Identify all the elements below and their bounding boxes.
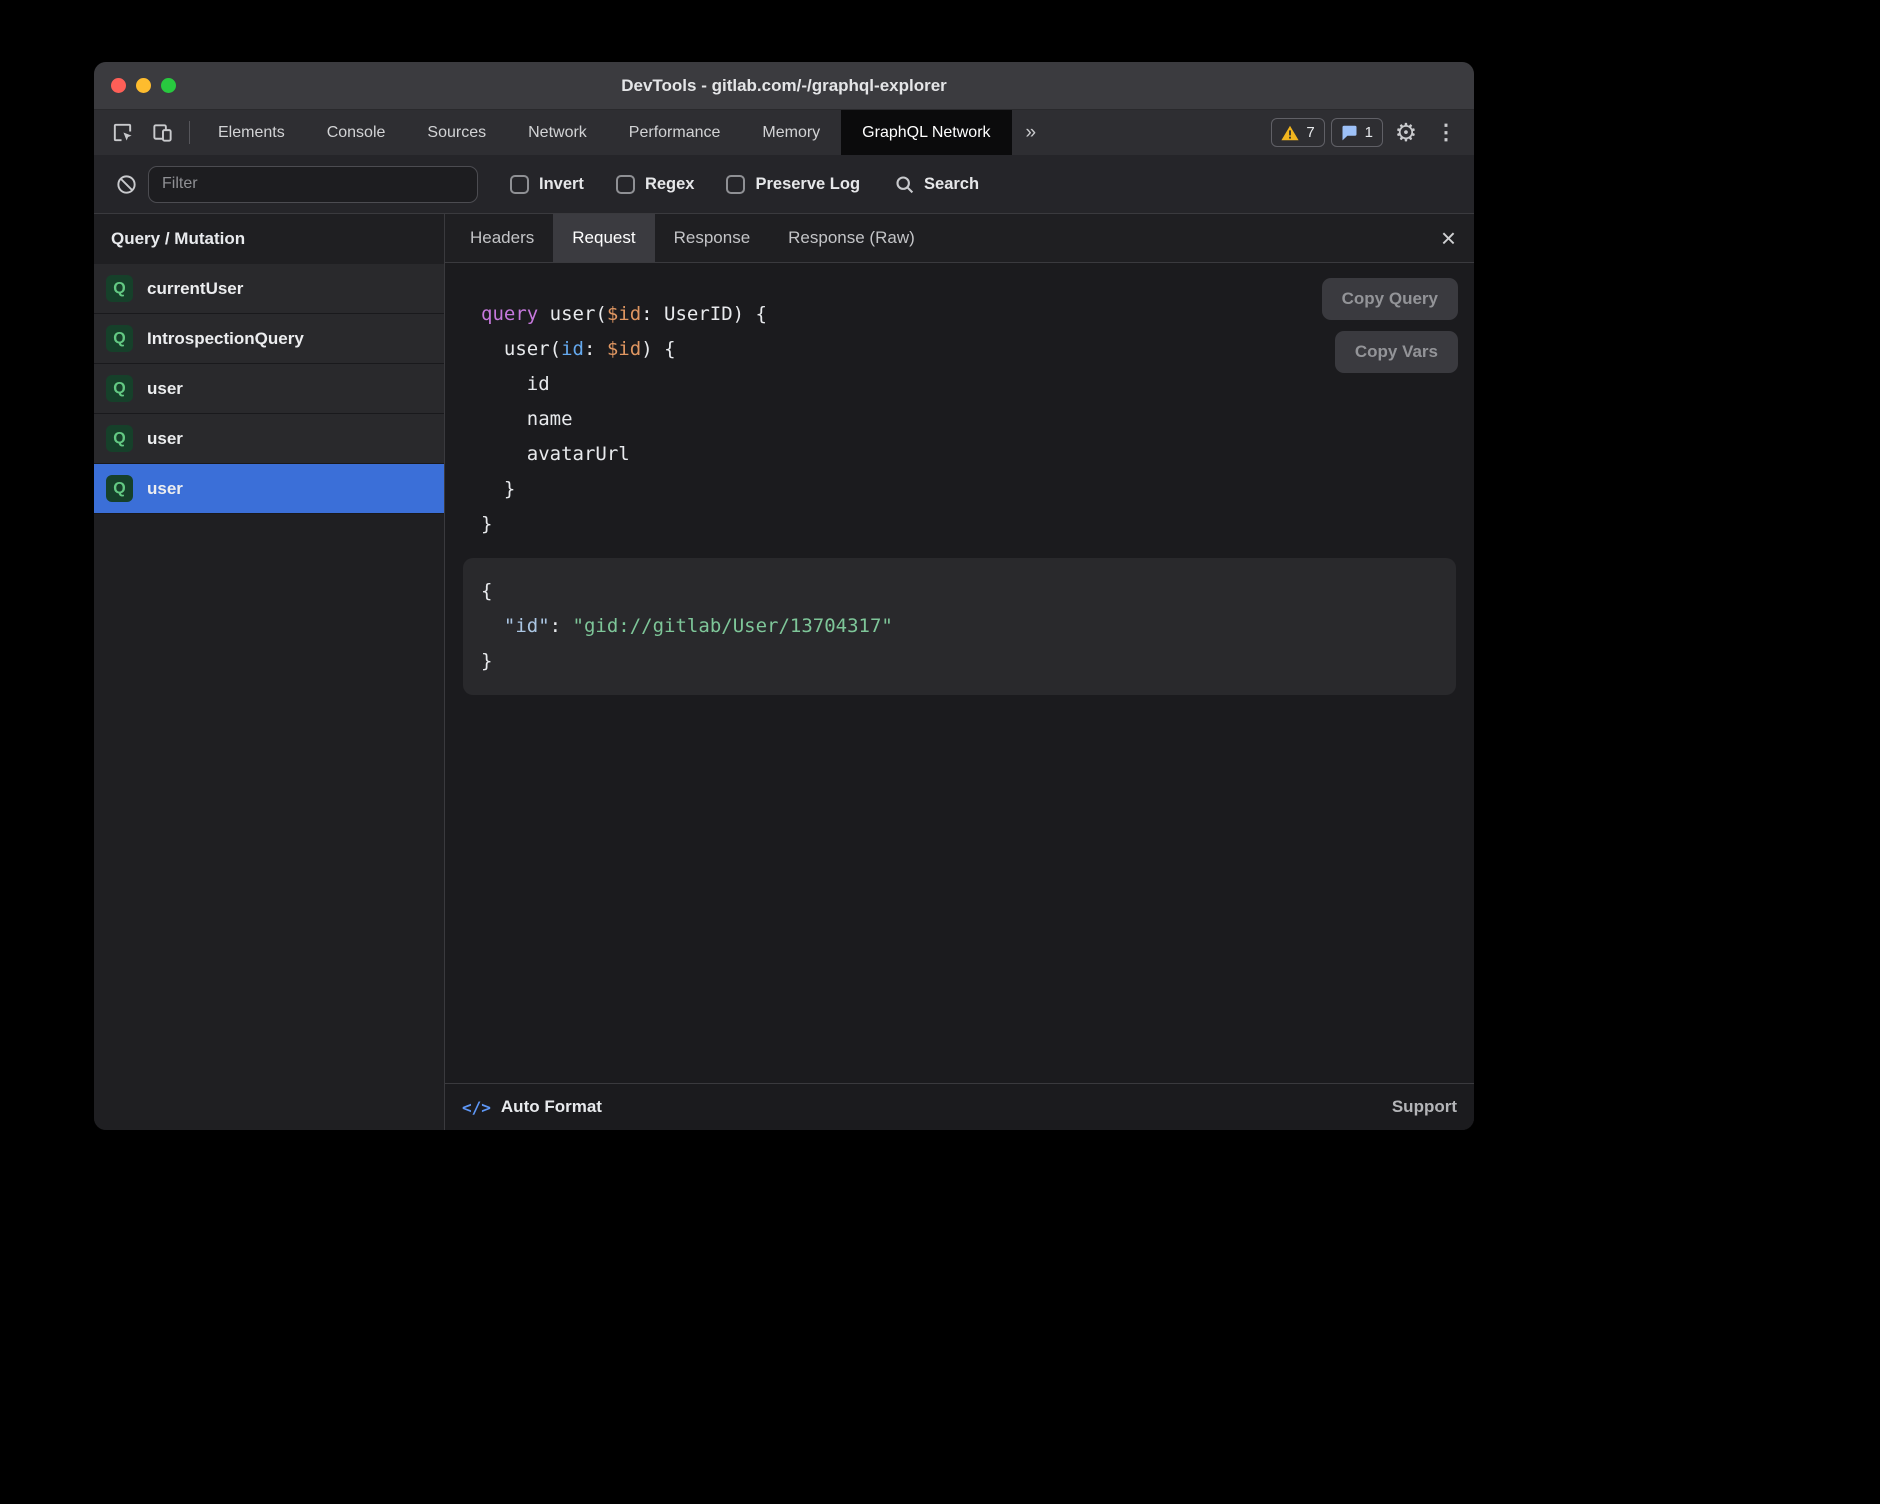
main-split: Query / Mutation Q currentUser Q Introsp… (94, 214, 1474, 1130)
code-brackets-icon: </> (462, 1098, 491, 1117)
detail-tab-bar: Headers Request Response Response (Raw) … (445, 214, 1474, 263)
search-button[interactable]: Search (894, 174, 979, 195)
invert-checkbox[interactable]: Invert (510, 175, 584, 194)
invert-checkbox-box[interactable] (510, 175, 529, 194)
preserve-log-checkbox-box[interactable] (726, 175, 745, 194)
copy-query-button[interactable]: Copy Query (1322, 278, 1458, 320)
traffic-lights (94, 78, 176, 93)
separator (189, 121, 190, 144)
detail-footer: </> Auto Format Support (445, 1083, 1474, 1130)
query-variables-box: { "id": "gid://gitlab/User/13704317"} (463, 558, 1456, 695)
auto-format-button[interactable]: </> Auto Format (462, 1097, 602, 1117)
window-title: DevTools - gitlab.com/-/graphql-explorer (94, 76, 1474, 96)
regex-checkbox-box[interactable] (616, 175, 635, 194)
title-bar: DevTools - gitlab.com/-/graphql-explorer (94, 62, 1474, 110)
graphql-query-code: query user($id: UserID) { user(id: $id) … (463, 297, 1456, 542)
support-link[interactable]: Support (1392, 1097, 1457, 1117)
tab-request[interactable]: Request (553, 214, 654, 262)
sidebar-header: Query / Mutation (94, 214, 444, 264)
filter-input[interactable] (148, 166, 478, 203)
query-list-item-label: currentUser (147, 279, 243, 299)
issue-count: 1 (1365, 124, 1373, 141)
warning-triangle-icon (1281, 125, 1299, 141)
minimize-window-button[interactable] (136, 78, 151, 93)
tabstrip-spacer (1050, 110, 1268, 155)
devtools-window: DevTools - gitlab.com/-/graphql-explorer… (94, 62, 1474, 1130)
preserve-log-checkbox[interactable]: Preserve Log (726, 175, 860, 194)
tab-performance[interactable]: Performance (608, 110, 742, 155)
search-icon (894, 174, 915, 195)
tab-memory[interactable]: Memory (741, 110, 841, 155)
tab-sources[interactable]: Sources (406, 110, 507, 155)
tab-response[interactable]: Response (655, 214, 770, 262)
regex-checkbox-label: Regex (645, 175, 695, 194)
query-list-item-introspectionquery[interactable]: Q IntrospectionQuery (94, 314, 444, 364)
tab-network[interactable]: Network (507, 110, 608, 155)
tab-headers[interactable]: Headers (451, 214, 553, 262)
device-toolbar-icon[interactable] (142, 110, 182, 155)
request-content: Copy Query Copy Vars query user($id: Use… (445, 263, 1474, 1083)
tab-console[interactable]: Console (306, 110, 407, 155)
auto-format-label: Auto Format (501, 1097, 602, 1117)
clear-block-icon[interactable] (106, 173, 146, 196)
query-type-badge: Q (106, 325, 133, 352)
warnings-badge[interactable]: 7 (1271, 118, 1324, 147)
query-type-badge: Q (106, 425, 133, 452)
query-type-badge: Q (106, 275, 133, 302)
query-type-badge: Q (106, 375, 133, 402)
query-list-item-label: user (147, 479, 183, 499)
copy-vars-button[interactable]: Copy Vars (1335, 331, 1458, 373)
query-variables-code: { "id": "gid://gitlab/User/13704317"} (481, 574, 1438, 679)
zoom-window-button[interactable] (161, 78, 176, 93)
query-list-item-user-2[interactable]: Q user (94, 414, 444, 464)
kebab-menu-icon[interactable]: ⋮ (1426, 110, 1466, 155)
close-window-button[interactable] (111, 78, 126, 93)
query-list-item-label: user (147, 379, 183, 399)
issues-badge[interactable]: 1 (1331, 118, 1383, 147)
query-list-item-label: user (147, 429, 183, 449)
request-detail-panel: Headers Request Response Response (Raw) … (445, 214, 1474, 1130)
more-tabs-chevron-icon[interactable]: » (1012, 110, 1051, 155)
query-type-badge: Q (106, 475, 133, 502)
tabstrip-actions: 7 1 ⚙ ⋮ (1268, 110, 1474, 155)
filter-toolbar: Invert Regex Preserve Log Search (94, 155, 1474, 214)
query-list-item-label: IntrospectionQuery (147, 329, 304, 349)
copy-buttons: Copy Query Copy Vars (1322, 278, 1458, 373)
tab-response-raw[interactable]: Response (Raw) (769, 214, 934, 262)
query-list-sidebar: Query / Mutation Q currentUser Q Introsp… (94, 214, 445, 1130)
regex-checkbox[interactable]: Regex (616, 175, 695, 194)
tab-graphql-network[interactable]: GraphQL Network (841, 110, 1011, 155)
query-list-item-currentuser[interactable]: Q currentUser (94, 264, 444, 314)
inspect-element-icon[interactable] (102, 110, 142, 155)
close-panel-icon[interactable]: × (1423, 214, 1474, 262)
warning-count: 7 (1306, 124, 1314, 141)
query-list-item-user-3-selected[interactable]: Q user (94, 464, 444, 514)
issue-bubble-icon (1341, 125, 1358, 141)
invert-checkbox-label: Invert (539, 175, 584, 194)
preserve-log-checkbox-label: Preserve Log (755, 175, 860, 194)
settings-gear-icon[interactable]: ⚙ (1386, 110, 1426, 155)
tab-elements[interactable]: Elements (197, 110, 306, 155)
devtools-tab-bar: Elements Console Sources Network Perform… (94, 110, 1474, 155)
query-list-item-user-1[interactable]: Q user (94, 364, 444, 414)
search-label: Search (924, 175, 979, 194)
